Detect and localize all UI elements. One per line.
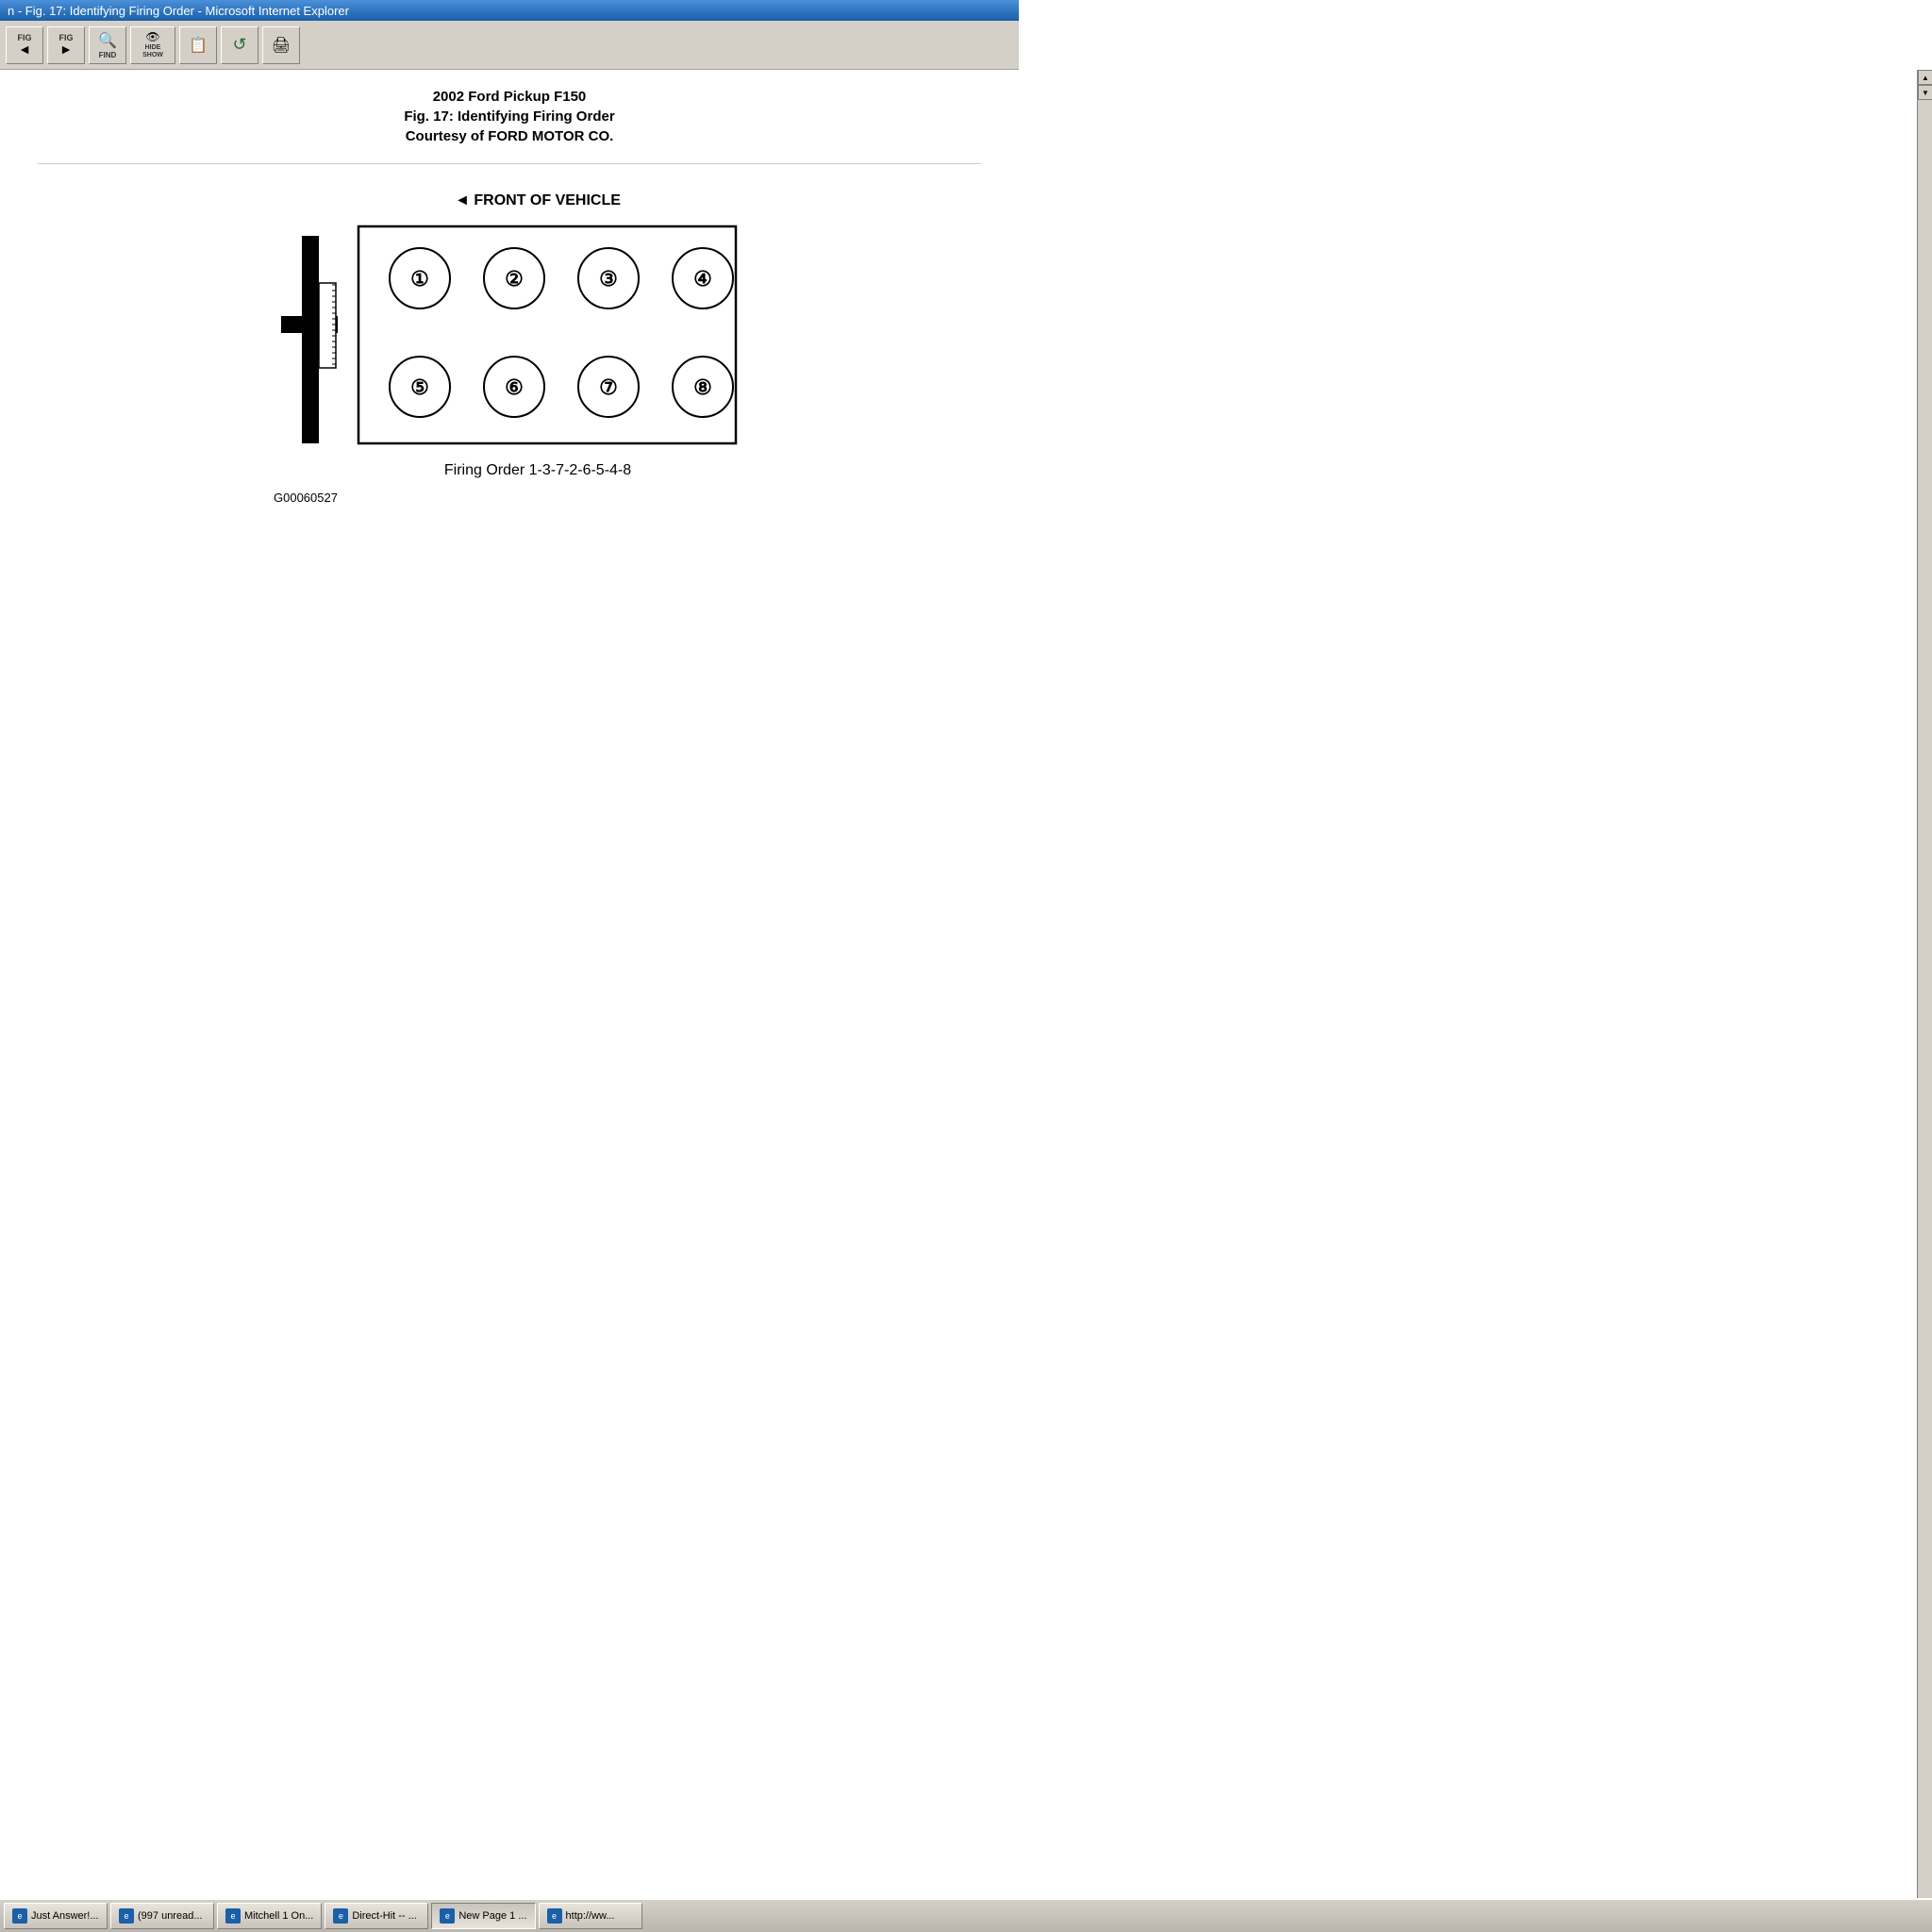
taskbar-http-label: http://ww... xyxy=(566,1910,615,1922)
taskbar-mitchell[interactable]: e Mitchell 1 On... xyxy=(217,1903,322,1929)
svg-text:⑤: ⑤ xyxy=(410,375,429,399)
svg-text:⑧: ⑧ xyxy=(693,375,712,399)
taskbar-997-label: (997 unread... xyxy=(138,1910,203,1922)
btn-note[interactable]: 📋 xyxy=(179,26,217,64)
taskbar-newpage1[interactable]: e New Page 1 ... xyxy=(431,1903,535,1929)
svg-text:④: ④ xyxy=(693,267,712,291)
btn-hide-show[interactable]: 👁 HIDESHOW xyxy=(130,26,175,64)
taskbar-http[interactable]: e http://ww... xyxy=(539,1903,642,1929)
taskbar-justanswer[interactable]: e Just Answer!... xyxy=(4,1903,108,1929)
taskbar-newpage1-label: New Page 1 ... xyxy=(458,1910,526,1922)
engine-block-svg: ① ② ③ ④ ⑤ ⑥ xyxy=(349,217,745,453)
btn-fig-prev[interactable]: FIG ◄ xyxy=(6,26,43,64)
scroll-down-btn[interactable]: ▼ xyxy=(1918,85,1932,100)
taskbar-justanswer-label: Just Answer!... xyxy=(31,1910,99,1922)
scrollbar[interactable]: ▲ ▼ xyxy=(1917,70,1932,1898)
svg-text:①: ① xyxy=(410,267,429,291)
taskbar-997unread[interactable]: e (997 unread... xyxy=(110,1903,214,1929)
content-area: 2002 Ford Pickup F150 Fig. 17: Identifyi… xyxy=(0,70,1019,985)
svg-text:⑥: ⑥ xyxy=(505,375,524,399)
taskbar-ie-icon-2: e xyxy=(119,1908,134,1924)
title-bar-text: n - Fig. 17: Identifying Firing Order - … xyxy=(8,4,349,18)
taskbar-directhit-label: Direct-Hit -- ... xyxy=(352,1910,416,1922)
taskbar-ie-icon-5: e xyxy=(440,1908,455,1924)
btn-fig-next[interactable]: FIG ► xyxy=(47,26,85,64)
engine-mount-svg xyxy=(274,217,349,453)
front-label: ◄ FRONT OF VEHICLE xyxy=(330,192,745,209)
taskbar-ie-icon-3: e xyxy=(225,1908,241,1924)
diagram-svg-area: ① ② ③ ④ ⑤ ⑥ xyxy=(274,217,745,453)
btn-refresh[interactable]: ↺ xyxy=(221,26,258,64)
courtesy-text: Courtesy of FORD MOTOR CO. xyxy=(38,128,981,144)
taskbar-mitchell-label: Mitchell 1 On... xyxy=(244,1910,313,1922)
svg-text:②: ② xyxy=(505,267,524,291)
diagram-container: ◄ FRONT OF VEHICLE xyxy=(38,192,981,505)
toolbar: FIG ◄ FIG ► 🔍 FIND 👁 HIDESHOW 📋 ↺ 🖨 xyxy=(0,21,1019,70)
svg-text:③: ③ xyxy=(599,267,618,291)
taskbar-ie-icon-4: e xyxy=(333,1908,348,1924)
svg-text:⑦: ⑦ xyxy=(599,375,618,399)
taskbar-ie-icon-1: e xyxy=(12,1908,27,1924)
btn-print[interactable]: 🖨 xyxy=(262,26,300,64)
firing-order-text: Firing Order 1-3-7-2-6-5-4-8 xyxy=(330,462,745,479)
diagram-wrapper: ◄ FRONT OF VEHICLE xyxy=(274,192,745,505)
page-title: 2002 Ford Pickup F150 xyxy=(38,89,981,105)
divider xyxy=(38,163,981,164)
taskbar-directhit[interactable]: e Direct-Hit -- ... xyxy=(325,1903,428,1929)
taskbar: e Just Answer!... e (997 unread... e Mit… xyxy=(0,1898,1932,1932)
title-bar: n - Fig. 17: Identifying Firing Order - … xyxy=(0,0,1019,21)
taskbar-ie-icon-6: e xyxy=(547,1908,562,1924)
fig-title: Fig. 17: Identifying Firing Order xyxy=(38,108,981,125)
scroll-up-btn[interactable]: ▲ xyxy=(1918,70,1932,85)
btn-find[interactable]: 🔍 FIND xyxy=(89,26,126,64)
part-number: G00060527 xyxy=(274,491,745,505)
